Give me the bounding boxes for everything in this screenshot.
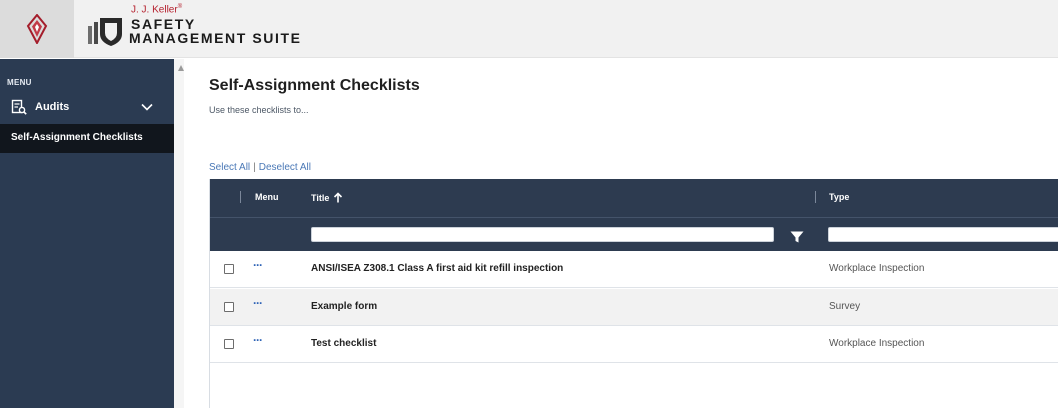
column-divider[interactable] xyxy=(240,191,241,203)
row-checkbox[interactable] xyxy=(224,339,234,349)
row-type: Workplace Inspection xyxy=(829,263,925,274)
page-subtitle: Use these checklists to... xyxy=(209,105,309,115)
filter-icon[interactable] xyxy=(790,231,804,243)
selection-links: Select All | Deselect All xyxy=(209,162,311,173)
menu-label: MENU xyxy=(7,78,32,87)
brand-title-line1: SAFETY xyxy=(131,16,196,32)
column-header-title[interactable]: Title xyxy=(311,192,343,203)
audit-icon xyxy=(11,99,27,115)
deselect-all-link[interactable]: Deselect All xyxy=(259,162,311,173)
top-header: J. J. Keller® SAFETY MANAGEMENT SUITE xyxy=(0,0,1058,58)
column-header-type[interactable]: Type xyxy=(829,192,849,202)
column-divider[interactable] xyxy=(815,191,816,203)
column-header-title-label: Title xyxy=(311,193,330,203)
title-filter-input[interactable] xyxy=(311,227,774,242)
sidebar-item-label: Audits xyxy=(35,101,70,113)
row-checkbox[interactable] xyxy=(224,264,234,274)
table-row[interactable]: ··· ANSI/ISEA Z308.1 Class A first aid k… xyxy=(210,251,1058,288)
app-window: J. J. Keller® SAFETY MANAGEMENT SUITE ME… xyxy=(0,0,1058,408)
type-filter-input[interactable] xyxy=(828,227,1058,242)
row-checkbox[interactable] xyxy=(224,302,234,312)
collapse-arrow-icon[interactable] xyxy=(178,65,184,71)
sidebar-resize-handle[interactable] xyxy=(174,59,184,408)
row-title[interactable]: Example form xyxy=(311,301,377,312)
table-row[interactable]: ··· Test checklist Workplace Inspection xyxy=(210,326,1058,363)
row-title[interactable]: ANSI/ISEA Z308.1 Class A first aid kit r… xyxy=(311,263,563,274)
row-type: Survey xyxy=(829,301,861,312)
column-header-menu: Menu xyxy=(255,192,279,202)
brand-company-name: J. J. Keller® xyxy=(131,4,183,16)
grid-filter-row xyxy=(210,217,1058,251)
sidebar-item-audits[interactable]: Audits xyxy=(0,96,174,120)
row-menu-button[interactable]: ··· xyxy=(253,258,263,272)
sidebar: MENU Audits Self-Assignment Checklists xyxy=(0,59,174,408)
row-menu-button[interactable]: ··· xyxy=(253,296,263,310)
link-separator: | xyxy=(253,162,256,173)
keller-logo-tile[interactable] xyxy=(0,0,74,58)
grid-header-row: Menu Title Type xyxy=(210,179,1058,217)
suite-shield-icon xyxy=(88,18,122,46)
brand-title-line2: MANAGEMENT SUITE xyxy=(129,30,302,46)
select-all-link[interactable]: Select All xyxy=(209,162,250,173)
page-title: Self-Assignment Checklists xyxy=(209,77,420,94)
sort-ascending-icon xyxy=(334,192,343,203)
row-type: Workplace Inspection xyxy=(829,338,925,349)
checklist-grid: Menu Title Type ··· ANSI/ISEA Z308.1 Cla… xyxy=(209,179,1058,408)
keller-flame-logo-icon xyxy=(26,14,48,44)
table-row[interactable]: ··· Example form Survey xyxy=(210,289,1058,326)
sidebar-item-self-assignment-checklists[interactable]: Self-Assignment Checklists xyxy=(0,124,174,153)
row-menu-button[interactable]: ··· xyxy=(253,333,263,347)
chevron-down-icon[interactable] xyxy=(141,103,153,111)
row-title[interactable]: Test checklist xyxy=(311,338,376,349)
